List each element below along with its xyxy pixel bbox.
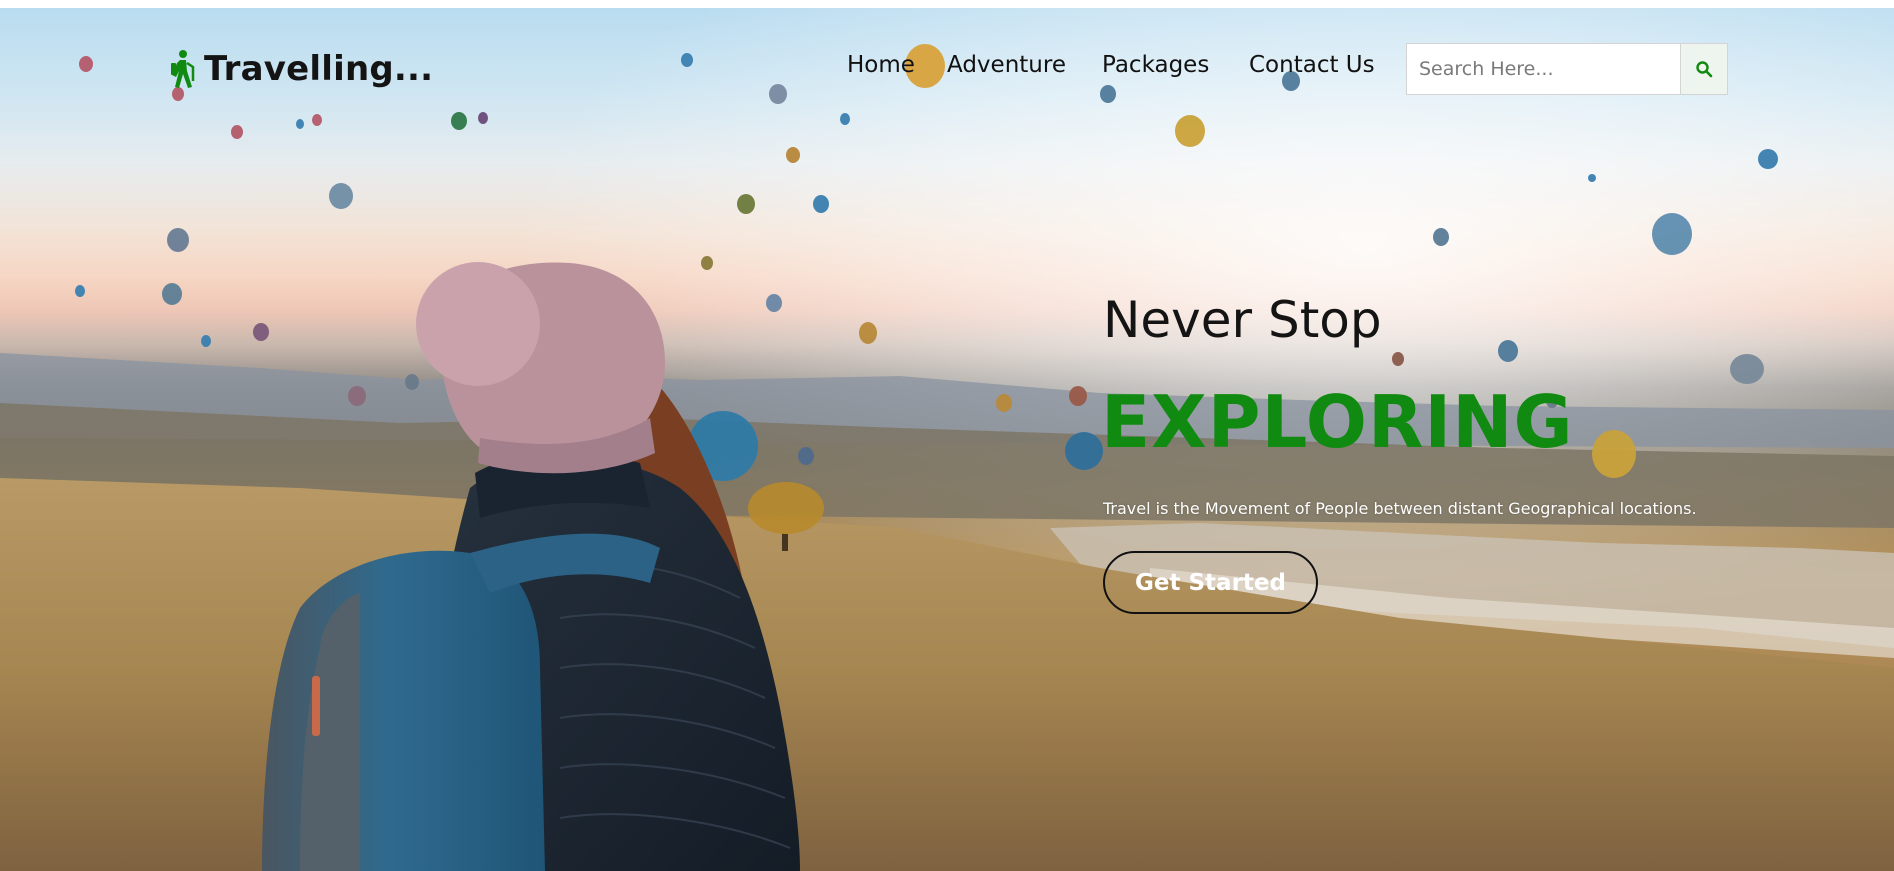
hiker-icon [168,49,198,89]
brand-name: Travelling... [204,49,434,89]
nav-item-home[interactable]: Home [847,52,915,78]
hero-tagline: Travel is the Movement of People between… [1103,499,1697,518]
get-started-button[interactable]: Get Started [1103,551,1318,614]
hero-highlight: EXPLORING [1101,380,1574,464]
hero-headline: Never Stop [1103,291,1382,349]
nav-item-contact-us[interactable]: Contact Us [1249,52,1375,78]
search-input[interactable] [1406,43,1680,95]
nav-item-adventure[interactable]: Adventure [947,52,1066,78]
nav-item-packages[interactable]: Packages [1102,52,1209,78]
hero-background-image [0,8,1894,871]
search-icon [1696,61,1713,78]
top-strip [0,0,1894,8]
hero-section: Travelling... Home Adventure Packages Co… [0,8,1894,871]
brand-logo[interactable]: Travelling... [168,46,433,92]
search-bar [1406,43,1728,95]
search-button[interactable] [1680,43,1728,95]
